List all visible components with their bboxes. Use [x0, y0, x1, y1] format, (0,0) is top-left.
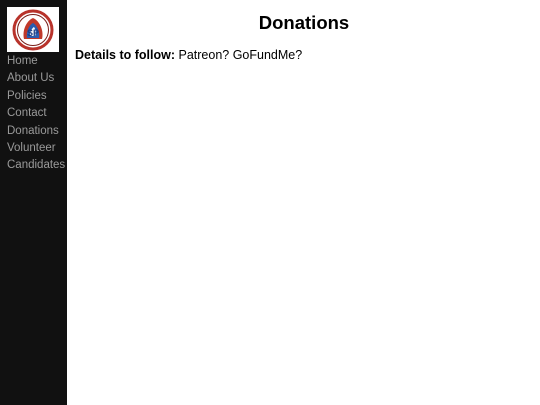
party-logo-icon: SP — [12, 9, 54, 50]
svg-text:SP: SP — [27, 28, 39, 38]
details-label: Details to follow: — [75, 48, 175, 62]
sidebar-item-about-us[interactable]: About Us — [0, 70, 67, 87]
sidebar-item-policies[interactable]: Policies — [0, 88, 67, 105]
details-paragraph: Details to follow: Patreon? GoFundMe? — [75, 48, 302, 62]
sidebar-item-home[interactable]: Home — [0, 53, 67, 70]
sidebar-item-candidates[interactable]: Candidates — [0, 157, 67, 174]
sidebar: SP Home About Us Policies Contact Donati… — [0, 0, 67, 405]
page-title: Donations — [258, 12, 350, 33]
sidebar-item-donations[interactable]: Donations — [0, 123, 67, 140]
party-logo[interactable]: SP — [7, 7, 59, 52]
sidebar-item-volunteer[interactable]: Volunteer — [0, 140, 67, 157]
sidebar-item-contact[interactable]: Contact — [0, 105, 67, 122]
sidebar-nav: Home About Us Policies Contact Donations… — [0, 53, 67, 175]
details-text: Patreon? GoFundMe? — [178, 48, 303, 62]
